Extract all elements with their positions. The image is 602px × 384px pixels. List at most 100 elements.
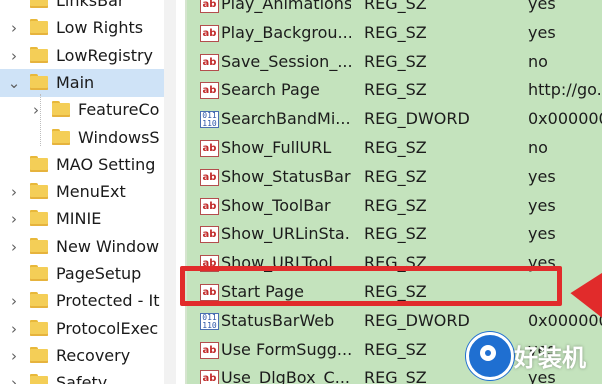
value-data: yes: [528, 224, 556, 244]
tree-item-label: Recovery: [56, 345, 131, 365]
binary-value-icon: 011 110: [200, 111, 219, 129]
chevron-right-icon[interactable]: ›: [6, 46, 22, 66]
chevron-right-icon[interactable]: ›: [28, 100, 44, 120]
value-data: http://go.: [528, 80, 602, 100]
string-value-icon: ab: [200, 341, 219, 359]
chevron-right-icon[interactable]: ›: [6, 18, 22, 38]
value-type: REG_SZ: [364, 224, 427, 244]
string-value-icon: ab: [200, 197, 219, 215]
value-type: REG_SZ: [364, 339, 427, 359]
watermark-logo: 好装机: [462, 330, 602, 380]
tree-item-main[interactable]: ⌄ Main: [0, 68, 164, 97]
value-type: REG_SZ: [364, 368, 427, 384]
value-data: no: [528, 138, 548, 157]
value-name: Show_URLinSta...: [221, 224, 351, 244]
value-row[interactable]: ab Search Page REG_SZ http://go.: [187, 77, 602, 106]
tree-item-label: PageSetup: [56, 264, 142, 283]
value-name: Search Page: [221, 80, 320, 100]
tree-item-label: LowRegistry: [56, 45, 154, 65]
value-data: 0x000000: [528, 310, 602, 330]
value-name: Show_StatusBar: [221, 166, 351, 186]
folder-icon: [30, 19, 48, 36]
tree-item-label: WindowsS: [78, 127, 160, 147]
value-data: 0x000000: [528, 109, 602, 129]
chevron-right-icon[interactable]: ›: [6, 319, 22, 339]
folder-icon: [30, 73, 48, 90]
value-row[interactable]: ab Play_Backgrou... REG_SZ yes: [187, 20, 602, 49]
string-value-icon: ab: [200, 53, 219, 71]
tree-item-label: MINIE: [56, 209, 102, 229]
value-row[interactable]: ab Show_URLinSta... REG_SZ yes: [187, 221, 602, 250]
tree-item-menuext[interactable]: › MenuExt: [0, 178, 164, 206]
tree-item-label: New Window: [56, 236, 160, 256]
value-name: SearchBandMi...: [221, 109, 351, 129]
folder-icon: [30, 210, 48, 227]
string-value-icon: ab: [200, 168, 219, 186]
value-name: Play_Backgrou...: [221, 22, 351, 42]
folder-icon: [30, 183, 48, 200]
start-page-highlight-box: [180, 266, 562, 306]
registry-values-list: ab Play_Animations REG_SZ yes ab Play_Backgro…: [187, 0, 602, 384]
folder-icon: [30, 265, 48, 281]
tree-item-label: Protected - It: [56, 291, 160, 311]
value-row[interactable]: 011 110 SearchBandMi... REG_DWORD 0x000000: [187, 106, 602, 135]
registry-key-tree: LinksBar › Low Rights › LowRegistry ⌄ Main › Fea…: [0, 0, 164, 384]
string-value-icon: ab: [200, 0, 219, 13]
chevron-right-icon[interactable]: ›: [6, 209, 22, 229]
tree-item-windowss[interactable]: WindowsS: [0, 124, 164, 152]
value-row[interactable]: ab Save_Session_... REG_SZ no: [187, 49, 602, 78]
folder-icon: [30, 155, 48, 172]
tree-item-label: Main: [56, 72, 95, 92]
value-name: Show_FullURL: [221, 138, 332, 157]
value-data: yes: [528, 195, 556, 215]
tree-item-minie[interactable]: › MINIE: [0, 205, 164, 233]
value-row[interactable]: ab Show_FullURL REG_SZ no: [187, 135, 602, 164]
tree-item-protocolexec[interactable]: › ProtocolExec: [0, 315, 164, 343]
value-name: Use FormSugg...: [221, 339, 351, 359]
tree-item-label: MenuExt: [56, 182, 126, 202]
value-data: yes: [528, 166, 556, 186]
tree-item-mao-setting[interactable]: MAO Setting: [0, 151, 164, 179]
tree-item-low-rights[interactable]: › Low Rights: [0, 14, 164, 42]
tree-item-pagesetup[interactable]: PageSetup: [0, 260, 164, 288]
watermark-badge-icon: [466, 332, 514, 380]
chevron-right-icon[interactable]: ›: [6, 291, 22, 311]
tree-item-protected-it[interactable]: › Protected - It: [0, 287, 164, 315]
value-type: REG_SZ: [364, 195, 427, 215]
tree-item-lowregistry[interactable]: › LowRegistry: [0, 42, 164, 70]
folder-icon: [30, 346, 48, 363]
chevron-right-icon[interactable]: ›: [6, 373, 22, 384]
watermark-text: 好装机: [514, 344, 586, 372]
value-name: Save_Session_...: [221, 51, 351, 71]
folder-icon: [30, 374, 48, 384]
tree-item-safety[interactable]: › Safety: [0, 369, 164, 384]
value-type: REG_SZ: [364, 138, 427, 157]
string-value-icon: ab: [200, 24, 219, 42]
value-type: REG_SZ: [364, 0, 427, 13]
string-value-icon: ab: [200, 82, 219, 100]
chevron-right-icon[interactable]: ›: [6, 346, 22, 366]
tree-item-new-window[interactable]: › New Window: [0, 233, 164, 261]
chevron-right-icon[interactable]: ›: [6, 237, 22, 257]
folder-icon: [52, 128, 70, 145]
folder-icon: [30, 237, 48, 254]
tree-item-recovery[interactable]: › Recovery: [0, 342, 164, 370]
tree-item-linksbar[interactable]: LinksBar: [0, 0, 164, 15]
value-row[interactable]: ab Show_ToolBar REG_SZ yes: [187, 193, 602, 222]
value-type: REG_SZ: [364, 51, 427, 71]
chevron-down-icon[interactable]: ⌄: [6, 73, 22, 93]
value-data: yes: [528, 22, 556, 42]
value-name: StatusBarWeb: [221, 310, 335, 330]
tree-item-label: Low Rights: [56, 18, 144, 38]
value-row[interactable]: ab Show_StatusBar REG_SZ yes: [187, 164, 602, 193]
value-row[interactable]: ab Play_Animations REG_SZ yes: [187, 0, 602, 20]
value-type: REG_DWORD: [364, 310, 470, 330]
string-value-icon: ab: [200, 370, 219, 384]
tree-item-featureco[interactable]: › FeatureCo: [0, 96, 164, 124]
string-value-icon: ab: [200, 226, 219, 244]
folder-icon: [30, 0, 48, 8]
string-value-icon: ab: [200, 140, 219, 157]
chevron-right-icon[interactable]: ›: [6, 182, 22, 202]
pane-splitter[interactable]: [164, 0, 176, 384]
folder-icon: [30, 46, 48, 63]
